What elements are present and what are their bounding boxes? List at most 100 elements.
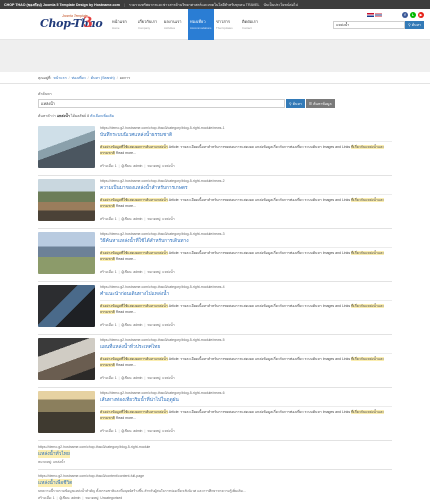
meta-category: หมวดหมู่: แหล่งน้ำ (147, 217, 175, 221)
result-meta: สร้างเมื่อ: 1 | ผู้เขียน: admin | หมวดหมู่: … (100, 164, 392, 169)
result-url: https://demo.g2.hostname.com/chop-thao3/… (38, 445, 151, 449)
result-url: https://demo.g2.hostname.com/chop-thao3/… (100, 285, 225, 289)
result-title-link[interactable]: คำแนะนำก่อนเดินทางไปแหล่งน้ำ (100, 290, 392, 298)
result-meta: สร้างเมื่อ: 1 | ผู้เขียน: admin | หมวดหมู่: … (38, 496, 392, 500)
result-snippet: บทความนี้รวบรวมข้อมูลแหล่งน้ำสำคัญ ทั้งธ… (38, 489, 246, 493)
result-thumbnail[interactable] (38, 179, 95, 221)
breadcrumb-current: ผลการ (119, 75, 131, 80)
result-title-link[interactable]: แหล่งน้ำเพื่อชีวิต (38, 479, 73, 487)
search-results-page: คำค้นหา ⚲ค้นหา ☰ ค้นหาข้อมูล ค้นหาคำว่า … (0, 91, 430, 500)
meta-author: ผู้เขียน: admin (121, 270, 143, 274)
search-submit-button[interactable]: ⚲ ค้นหา (286, 99, 305, 108)
snippet-highlight: ตัวอย่างข้อมูลที่ใช้แสดงผลการค้นหาแหล่งน… (100, 410, 168, 414)
language-switcher (367, 13, 382, 17)
results-list: https://demo.g2.hostname.com/chop-thao3/… (38, 123, 392, 500)
logo-wordmark: Chop-Thao (40, 17, 103, 30)
line-icon[interactable]: L (410, 12, 416, 18)
result-thumbnail[interactable] (38, 232, 95, 274)
breadcrumb-home[interactable]: หน้าแรก (53, 75, 66, 81)
result-thumbnail[interactable] (38, 391, 95, 433)
result-title-link[interactable]: ความเป็นมาของแหล่งน้ำสำหรับการเกษตร (100, 184, 392, 192)
result-snippet: ตัวอย่างข้อมูลที่ใช้แสดงผลการค้นหาแหล่งน… (100, 250, 392, 268)
meta-divider: | (144, 429, 146, 433)
flag-english-icon[interactable] (367, 13, 374, 17)
social-links: f L ▶ (402, 12, 424, 18)
meta-date: สร้างเมื่อ: 1 (38, 496, 55, 500)
snippet-highlight: ตัวอย่างข้อมูลที่ใช้แสดงผลการค้นหาแหล่งน… (100, 198, 168, 202)
main-nav: หน้าแรก Home เกี่ยวกับเรา Company ผลงานเรา… (110, 8, 266, 40)
result-body: https://demo.g2.hostname.com/chop-thao3/… (100, 179, 392, 224)
summary-term: แหล่งน้ำ (56, 114, 70, 118)
nav-item-home[interactable]: หน้าแรก Home (110, 9, 136, 40)
read-more-link[interactable]: Read more... (116, 204, 136, 208)
read-more-link[interactable]: Read more... (116, 416, 136, 420)
snippet-highlight: ตัวอย่างข้อมูลที่ใช้แสดงผลการค้นหาแหล่งน… (100, 304, 168, 308)
search-result: https://demo.g2.hostname.com/chop-thao3/… (38, 441, 392, 470)
read-more-link[interactable]: Read more... (116, 257, 136, 261)
result-thumbnail[interactable] (38, 338, 95, 380)
meta-divider: | (118, 376, 120, 380)
result-divider (100, 353, 392, 354)
result-url: https://demo.g2.hostname.com/chop-thao3/… (38, 474, 145, 478)
snippet-highlight: ตัวอย่างข้อมูลที่ใช้แสดงผลการค้นหาแหล่งน… (100, 357, 168, 361)
snippet-text: Article: รายละเอียดเนื้อหาสำหรับการทดสอบ… (168, 304, 351, 308)
result-divider (100, 141, 392, 142)
result-snippet: ตัวอย่างข้อมูลที่ใช้แสดงผลการค้นหาแหล่งน… (100, 144, 392, 162)
topbar-tagline: รวมรวมทรัพยากรและข่าวสารด้านวิทยาศาสตร์แ… (128, 2, 260, 7)
result-snippet: ตัวอย่างข้อมูลที่ใช้แสดงผลการค้นหาแหล่งน… (100, 356, 392, 374)
result-title-link[interactable]: เส้นทางท่องเที่ยวริมน้ำที่น่าไปในฤดูฝน (100, 396, 392, 404)
meta-author: ผู้เขียน: admin (121, 217, 143, 221)
result-divider (100, 194, 392, 195)
nav-item-contact[interactable]: ติดต่อเรา Contact (240, 9, 266, 40)
meta-author: ผู้เขียน: admin (59, 496, 81, 500)
header-search-button[interactable]: ⚲ ค้นหา (405, 21, 424, 29)
result-title-link[interactable]: แผนที่แหล่งน้ำทั่วประเทศไทย (100, 343, 392, 351)
advanced-search-button[interactable]: ☰ ค้นหาข้อมูล (305, 99, 335, 108)
search-icon: ⚲ (408, 23, 411, 27)
advanced-options-link[interactable]: ตัวเลือกเพิ่มเติม (90, 114, 114, 118)
meta-date: สร้างเมื่อ: 1 (100, 429, 117, 433)
result-url: https://demo.g2.hostname.com/chop-thao3/… (100, 179, 225, 183)
facebook-icon[interactable]: f (402, 12, 408, 18)
nav-item-travel[interactable]: ท่องเที่ยว Accommodations (188, 8, 214, 40)
result-meta: สร้างเมื่อ: 1 | ผู้เขียน: admin | หมวดหมู่: … (100, 323, 392, 328)
breadcrumb-search[interactable]: ค้นหา (Search) (91, 75, 115, 81)
nav-item-company[interactable]: เกี่ยวกับเรา Company (136, 9, 162, 40)
search-result: https://demo.g2.hostname.com/chop-thao3/… (38, 282, 392, 335)
result-thumbnail[interactable] (38, 126, 95, 168)
meta-divider: | (118, 164, 120, 168)
search-form: ⚲ค้นหา ☰ ค้นหาข้อมูล (38, 99, 392, 108)
result-snippet: หมวดหมู่: แหล่งน้ำ (38, 460, 66, 464)
meta-divider: | (118, 270, 120, 274)
meta-divider: | (118, 429, 120, 433)
result-title-link[interactable]: วิธีค้นหาแหล่งน้ำที่ใช้ได้สำหรับการเดินท… (100, 237, 392, 245)
site-logo[interactable]: Joomla Template Chop-Thao 3 (40, 13, 103, 35)
meta-category: หมวดหมู่: แหล่งน้ำ (147, 164, 175, 168)
snippet-text: Article: รายละเอียดเนื้อหาสำหรับการทดสอบ… (168, 410, 351, 414)
result-body: https://demo.g2.hostname.com/chop-thao3/… (100, 285, 392, 330)
read-more-link[interactable]: Read more... (116, 310, 136, 314)
result-thumbnail[interactable] (38, 285, 95, 327)
result-title-link[interactable]: บันทึกระบบนิเวศแหล่งน้ำธรรมชาติ (100, 131, 392, 139)
flag-thai-icon[interactable] (375, 13, 382, 17)
header-search-input[interactable] (333, 21, 406, 29)
meta-category: หมวดหมู่: แหล่งน้ำ (147, 376, 175, 380)
meta-divider: | (144, 376, 146, 380)
meta-author: ผู้เขียน: admin (121, 164, 143, 168)
nav-item-activities[interactable]: ผลงานเรา Activities (162, 9, 188, 40)
keyword-input[interactable] (38, 99, 285, 108)
meta-divider: | (118, 217, 120, 221)
meta-category: หมวดหมู่: แหล่งน้ำ (147, 270, 175, 274)
snippet-highlight: ตัวอย่างข้อมูลที่ใช้แสดงผลการค้นหาแหล่งน… (100, 145, 168, 149)
result-summary: ค้นหาคำว่า แหล่งน้ำ ได้ผลลัพธ์ 8 ตัวเลือ… (38, 114, 115, 118)
result-title-link[interactable]: แหล่งน้ำทั่วไทย (38, 450, 70, 458)
read-more-link[interactable]: Read more... (116, 151, 136, 155)
youtube-icon[interactable]: ▶ (418, 12, 424, 18)
read-more-link[interactable]: Read more... (116, 363, 136, 367)
search-result: https://demo.g2.hostname.com/chop-thao3/… (38, 335, 392, 388)
result-body: https://demo.g2.hostname.com/chop-thao3/… (100, 232, 392, 277)
nav-item-news[interactable]: ข่าวสาร Thai Updates (214, 9, 240, 40)
result-divider (100, 300, 392, 301)
breadcrumb-travel[interactable]: ท่องเที่ยว (72, 75, 86, 81)
result-meta: สร้างเมื่อ: 1 | ผู้เขียน: admin | หมวดหมู่: … (100, 217, 392, 222)
